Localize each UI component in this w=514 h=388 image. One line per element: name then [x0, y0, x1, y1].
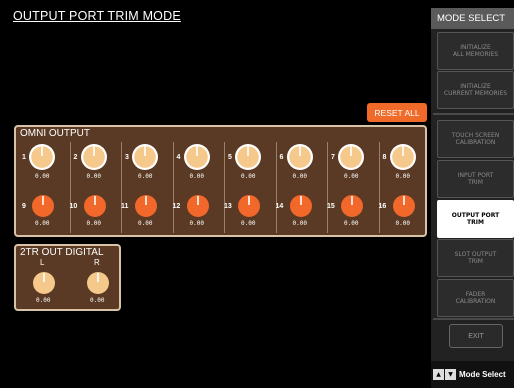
mode-button-fader-calibration[interactable]: FADER CALIBRATION	[437, 279, 514, 317]
knob-value: 0.00	[36, 297, 51, 304]
knob-value: 0.00	[35, 173, 50, 180]
trim-knob-10[interactable]: 10 0.00	[68, 189, 118, 234]
down-arrow-icon[interactable]: ▼	[445, 369, 456, 380]
knob-icon	[338, 144, 364, 170]
knob-channel-number: 16	[378, 203, 387, 210]
up-arrow-icon[interactable]: ▲	[433, 369, 444, 380]
knob-icon	[135, 195, 157, 217]
knob-icon	[392, 195, 415, 217]
knob-value: 0.00	[138, 220, 153, 227]
mode-button-touch-screen-calibration[interactable]: TOUCH SCREEN CALIBRATION	[437, 120, 514, 158]
knob-value: 0.00	[241, 220, 256, 227]
knob-value: 0.00	[395, 220, 410, 227]
trim-knob-3[interactable]: 3 0.00	[119, 140, 169, 185]
trim-knob-16[interactable]: 16 0.00	[377, 189, 427, 234]
knob-channel-label: L	[40, 258, 45, 267]
knob-channel-number: 5	[228, 154, 232, 161]
knob-value: 0.00	[138, 173, 153, 180]
mode-button-initialize-current-memories[interactable]: INITIALIZE CURRENT MEMORIES	[437, 71, 514, 109]
2tr-out-digital-title: 2TR OUT DIGITAL	[20, 247, 104, 258]
omni-output-panel: OMNI OUTPUT 1 0.00 2 0.00 3 0.00 4 0.00 5 0.00 6 0.…	[14, 125, 427, 237]
knob-value: 0.00	[35, 220, 50, 227]
knob-value: 0.00	[292, 220, 307, 227]
mode-select-sidebar: MODE SELECT EXIT ▲ ▼ Mode Select INITIAL…	[431, 8, 514, 388]
knob-icon	[235, 144, 261, 170]
trim-knob-13[interactable]: 13 0.00	[222, 189, 272, 234]
knob-icon	[132, 144, 158, 170]
mode-select-label: Mode Select	[459, 370, 506, 379]
knob-channel-number: 10	[69, 203, 78, 210]
knob-channel-number: 9	[22, 203, 26, 210]
knob-icon	[389, 144, 416, 170]
knob-icon	[289, 195, 312, 217]
exit-button[interactable]: EXIT	[449, 324, 503, 348]
mode-button-slot-output-trim[interactable]: SLOT OUTPUT TRIM	[437, 239, 514, 277]
knob-channel-number: 2	[73, 154, 78, 161]
trim-knob-2[interactable]: 2 0.00	[68, 140, 118, 185]
knob-channel-number: 12	[172, 203, 181, 210]
trim-knob-5[interactable]: 5 0.00	[222, 140, 272, 185]
knob-icon	[238, 195, 260, 217]
knob-icon	[83, 195, 106, 217]
knob-channel-number: 14	[275, 203, 284, 210]
knob-value: 0.00	[189, 173, 204, 180]
mode-select-bar: ▲ ▼ Mode Select	[431, 361, 514, 388]
trim-knob-r[interactable]: R 0.00	[70, 258, 120, 304]
knob-value: 0.00	[344, 173, 359, 180]
knob-icon	[87, 272, 109, 294]
sidebar-divider	[433, 318, 514, 320]
knob-icon	[29, 144, 55, 170]
knob-channel-number: 15	[327, 203, 335, 210]
knob-icon	[80, 144, 107, 170]
mode-select-title: MODE SELECT	[431, 8, 514, 29]
knob-value: 0.00	[86, 173, 101, 180]
knob-channel-number: 3	[125, 154, 129, 161]
knob-channel-number: 13	[224, 203, 232, 210]
trim-knob-12[interactable]: 12 0.00	[171, 189, 221, 234]
knob-icon	[183, 144, 210, 170]
reset-all-button[interactable]: RESET ALL	[367, 103, 427, 122]
knob-value: 0.00	[344, 220, 359, 227]
knob-channel-number: 6	[279, 154, 284, 161]
sidebar-divider	[433, 113, 514, 115]
omni-output-title: OMNI OUTPUT	[20, 128, 90, 139]
2tr-out-digital-panel: 2TR OUT DIGITAL L 0.00 R 0.00	[14, 244, 121, 311]
knob-value: 0.00	[189, 220, 204, 227]
trim-knob-4[interactable]: 4 0.00	[171, 140, 221, 185]
knob-channel-number: 4	[176, 154, 181, 161]
trim-knob-11[interactable]: 11 0.00	[119, 189, 169, 234]
knob-icon	[286, 144, 313, 170]
knob-channel-number: 1	[22, 154, 26, 161]
trim-knob-15[interactable]: 15 0.00	[325, 189, 375, 234]
mode-button-input-port-trim[interactable]: INPUT PORT TRIM	[437, 160, 514, 198]
trim-knob-9[interactable]: 9 0.00	[16, 189, 66, 234]
knob-value: 0.00	[90, 297, 105, 304]
knob-value: 0.00	[86, 220, 101, 227]
mode-button-initialize-all-memories[interactable]: INITIALIZE ALL MEMORIES	[437, 32, 514, 70]
trim-knob-7[interactable]: 7 0.00	[325, 140, 375, 185]
knob-value: 0.00	[395, 173, 410, 180]
trim-knob-8[interactable]: 8 0.00	[377, 140, 427, 185]
knob-channel-label: R	[94, 258, 100, 267]
trim-knob-14[interactable]: 14 0.00	[274, 189, 324, 234]
knob-icon	[186, 195, 209, 217]
mode-button-output-port-trim[interactable]: OUTPUT PORT TRIM	[437, 200, 514, 238]
trim-knob-6[interactable]: 6 0.00	[274, 140, 324, 185]
trim-knob-1[interactable]: 1 0.00	[16, 140, 66, 185]
knob-value: 0.00	[241, 173, 256, 180]
knob-channel-number: 7	[331, 154, 335, 161]
page-title: OUTPUT PORT TRIM MODE	[13, 9, 181, 23]
knob-channel-number: 11	[121, 203, 129, 210]
knob-icon	[33, 272, 55, 294]
knob-icon	[32, 195, 54, 217]
trim-knob-l[interactable]: L 0.00	[16, 258, 66, 304]
knob-icon	[341, 195, 363, 217]
knob-channel-number: 8	[382, 154, 387, 161]
knob-value: 0.00	[292, 173, 307, 180]
